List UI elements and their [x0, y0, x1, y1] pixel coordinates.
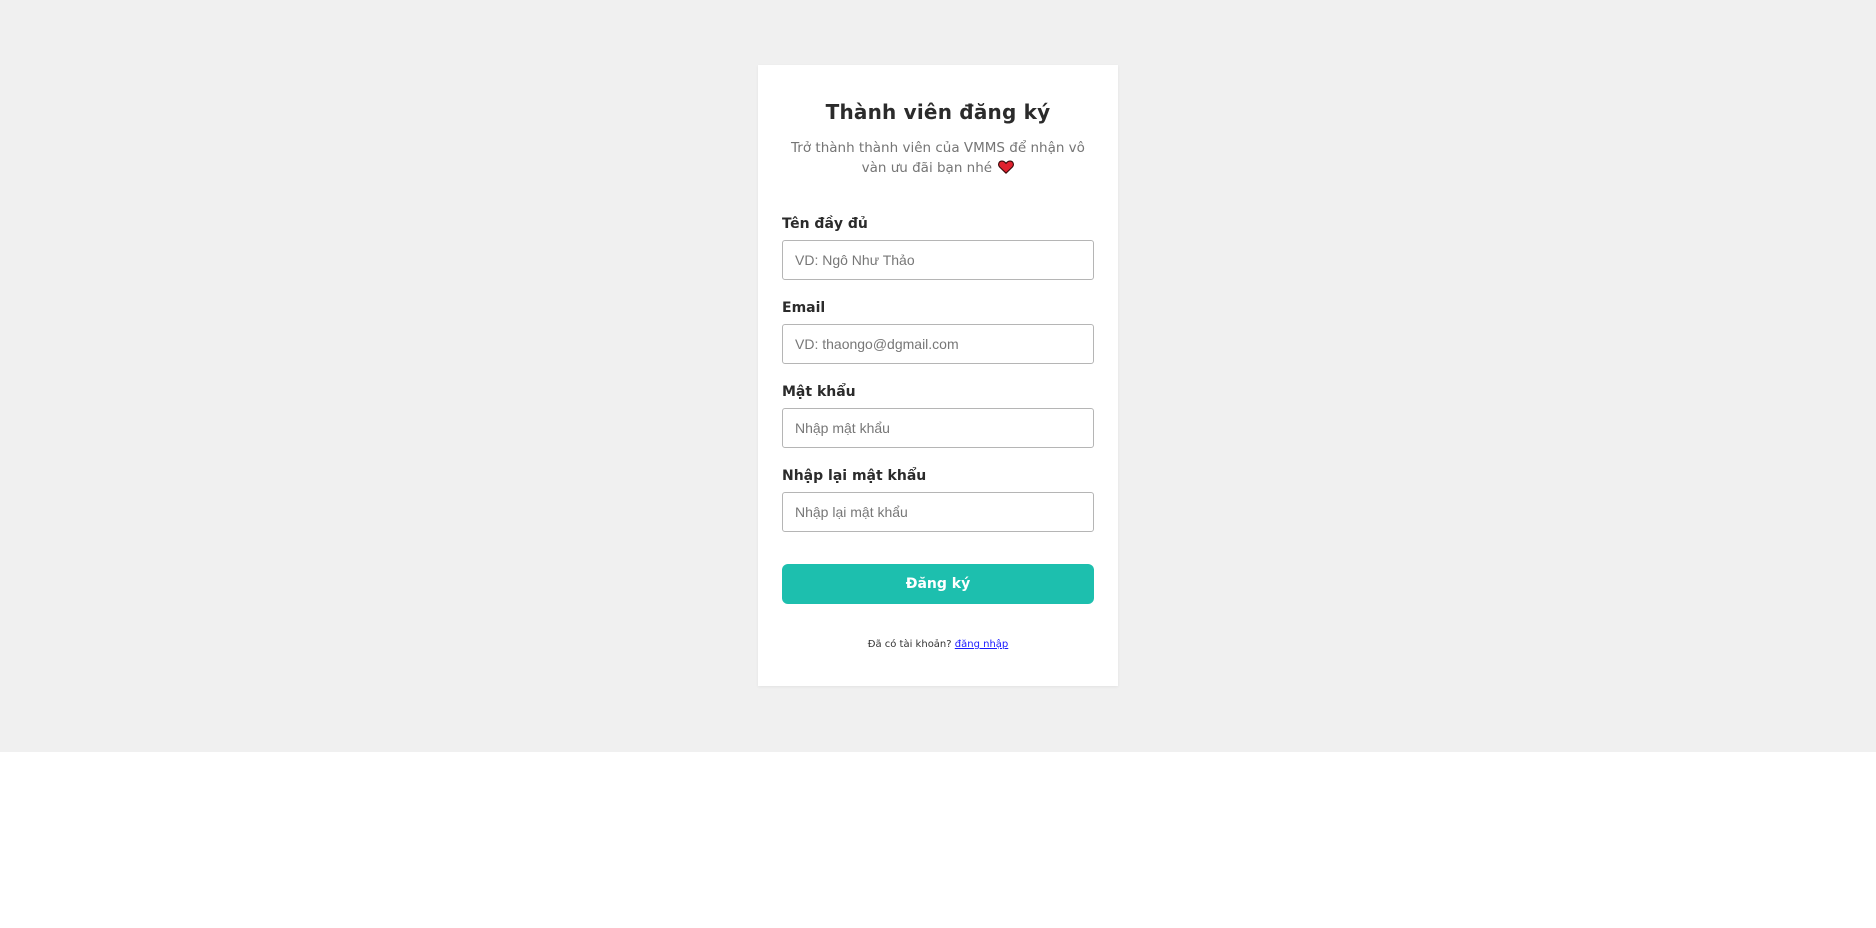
- login-prompt: Đã có tài khoản? đăng nhập: [782, 639, 1094, 650]
- confirm-password-input[interactable]: [782, 492, 1094, 532]
- signup-form: Tên đầy đủ Email Mật khẩu Nhập lại mật k…: [782, 214, 1094, 604]
- login-prompt-text: Đã có tài khoản?: [867, 639, 952, 650]
- heart-icon: [998, 160, 1015, 174]
- full-name-field: Tên đầy đủ: [782, 214, 1094, 280]
- email-label: Email: [782, 300, 826, 316]
- login-link[interactable]: đăng nhập: [955, 639, 1009, 650]
- subtitle-text: Trở thành thành viên của VMMS để nhận vô…: [791, 140, 1085, 176]
- confirm-password-field: Nhập lại mật khẩu: [782, 466, 1094, 532]
- email-input[interactable]: [782, 324, 1094, 364]
- full-name-label: Tên đầy đủ: [782, 216, 868, 232]
- full-name-input[interactable]: [782, 240, 1094, 280]
- signup-card: Thành viên đăng ký Trở thành thành viên …: [758, 65, 1118, 686]
- email-field: Email: [782, 298, 1094, 364]
- signup-button[interactable]: Đăng ký: [782, 564, 1094, 604]
- page-title: Thành viên đăng ký: [825, 100, 1051, 124]
- password-input[interactable]: [782, 408, 1094, 448]
- subtitle: Trở thành thành viên của VMMS để nhận vô…: [788, 138, 1088, 178]
- password-label: Mật khẩu: [782, 384, 856, 400]
- confirm-password-label: Nhập lại mật khẩu: [782, 468, 927, 484]
- password-field: Mật khẩu: [782, 382, 1094, 448]
